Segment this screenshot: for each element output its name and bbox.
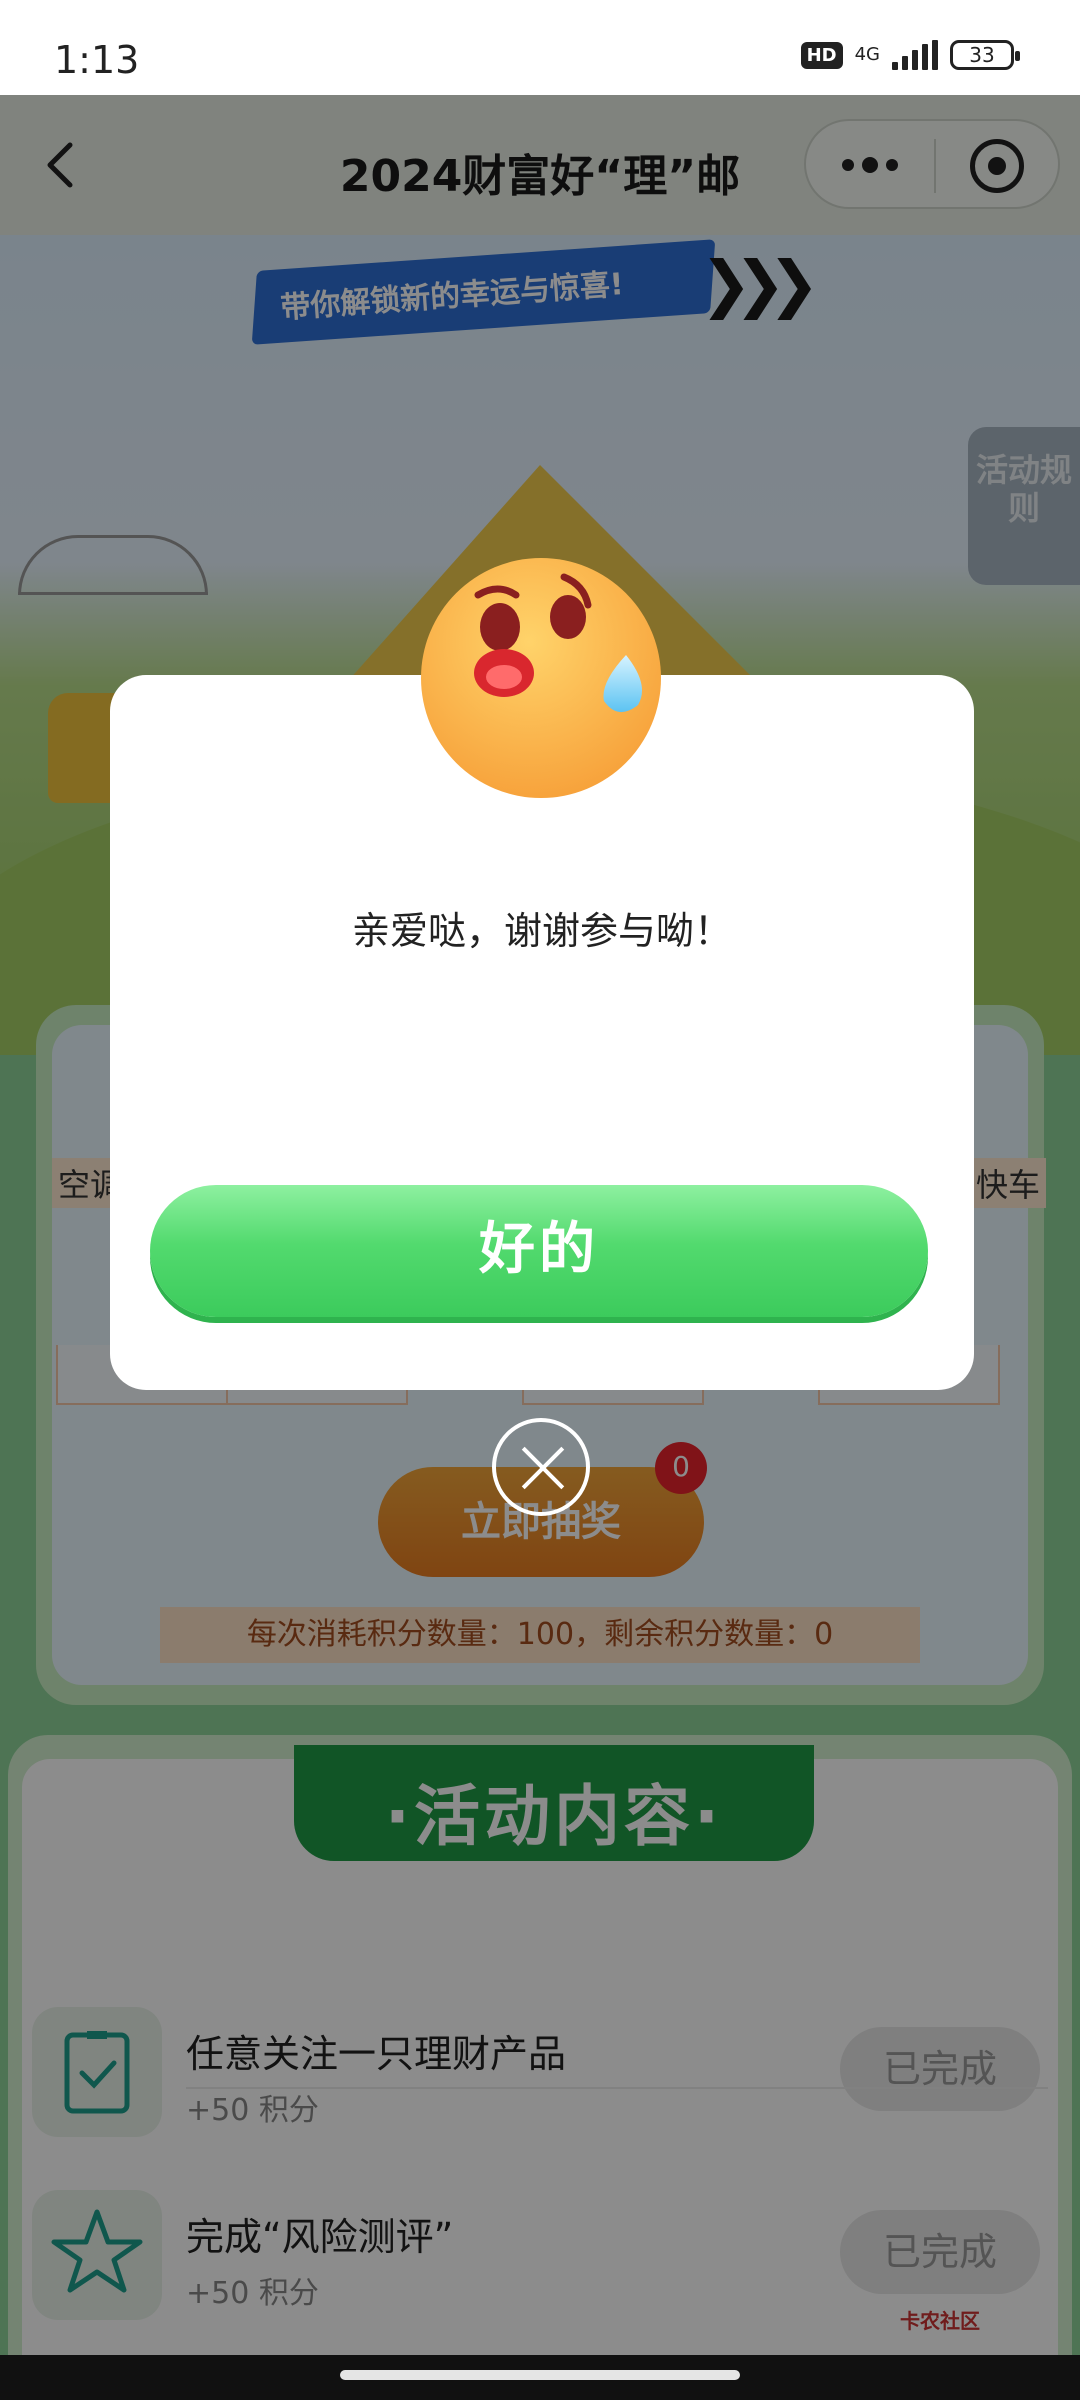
battery-icon: 33 bbox=[950, 40, 1020, 70]
home-indicator[interactable] bbox=[340, 2370, 740, 2380]
ok-button[interactable]: 好的 bbox=[150, 1185, 928, 1317]
sweat-face-emoji-icon bbox=[421, 558, 661, 798]
dialog-message: 亲爱哒，谢谢参与呦！ bbox=[351, 909, 732, 953]
status-time: 1:13 bbox=[54, 38, 140, 82]
close-dialog-icon[interactable] bbox=[492, 1418, 590, 1516]
status-bar: 1:13 HD 4G 33 bbox=[0, 0, 1080, 95]
network-type: 4G bbox=[854, 44, 880, 65]
signal-icon bbox=[892, 40, 938, 70]
status-icons: HD 4G 33 bbox=[800, 40, 1020, 70]
hd-badge: HD bbox=[800, 41, 843, 69]
